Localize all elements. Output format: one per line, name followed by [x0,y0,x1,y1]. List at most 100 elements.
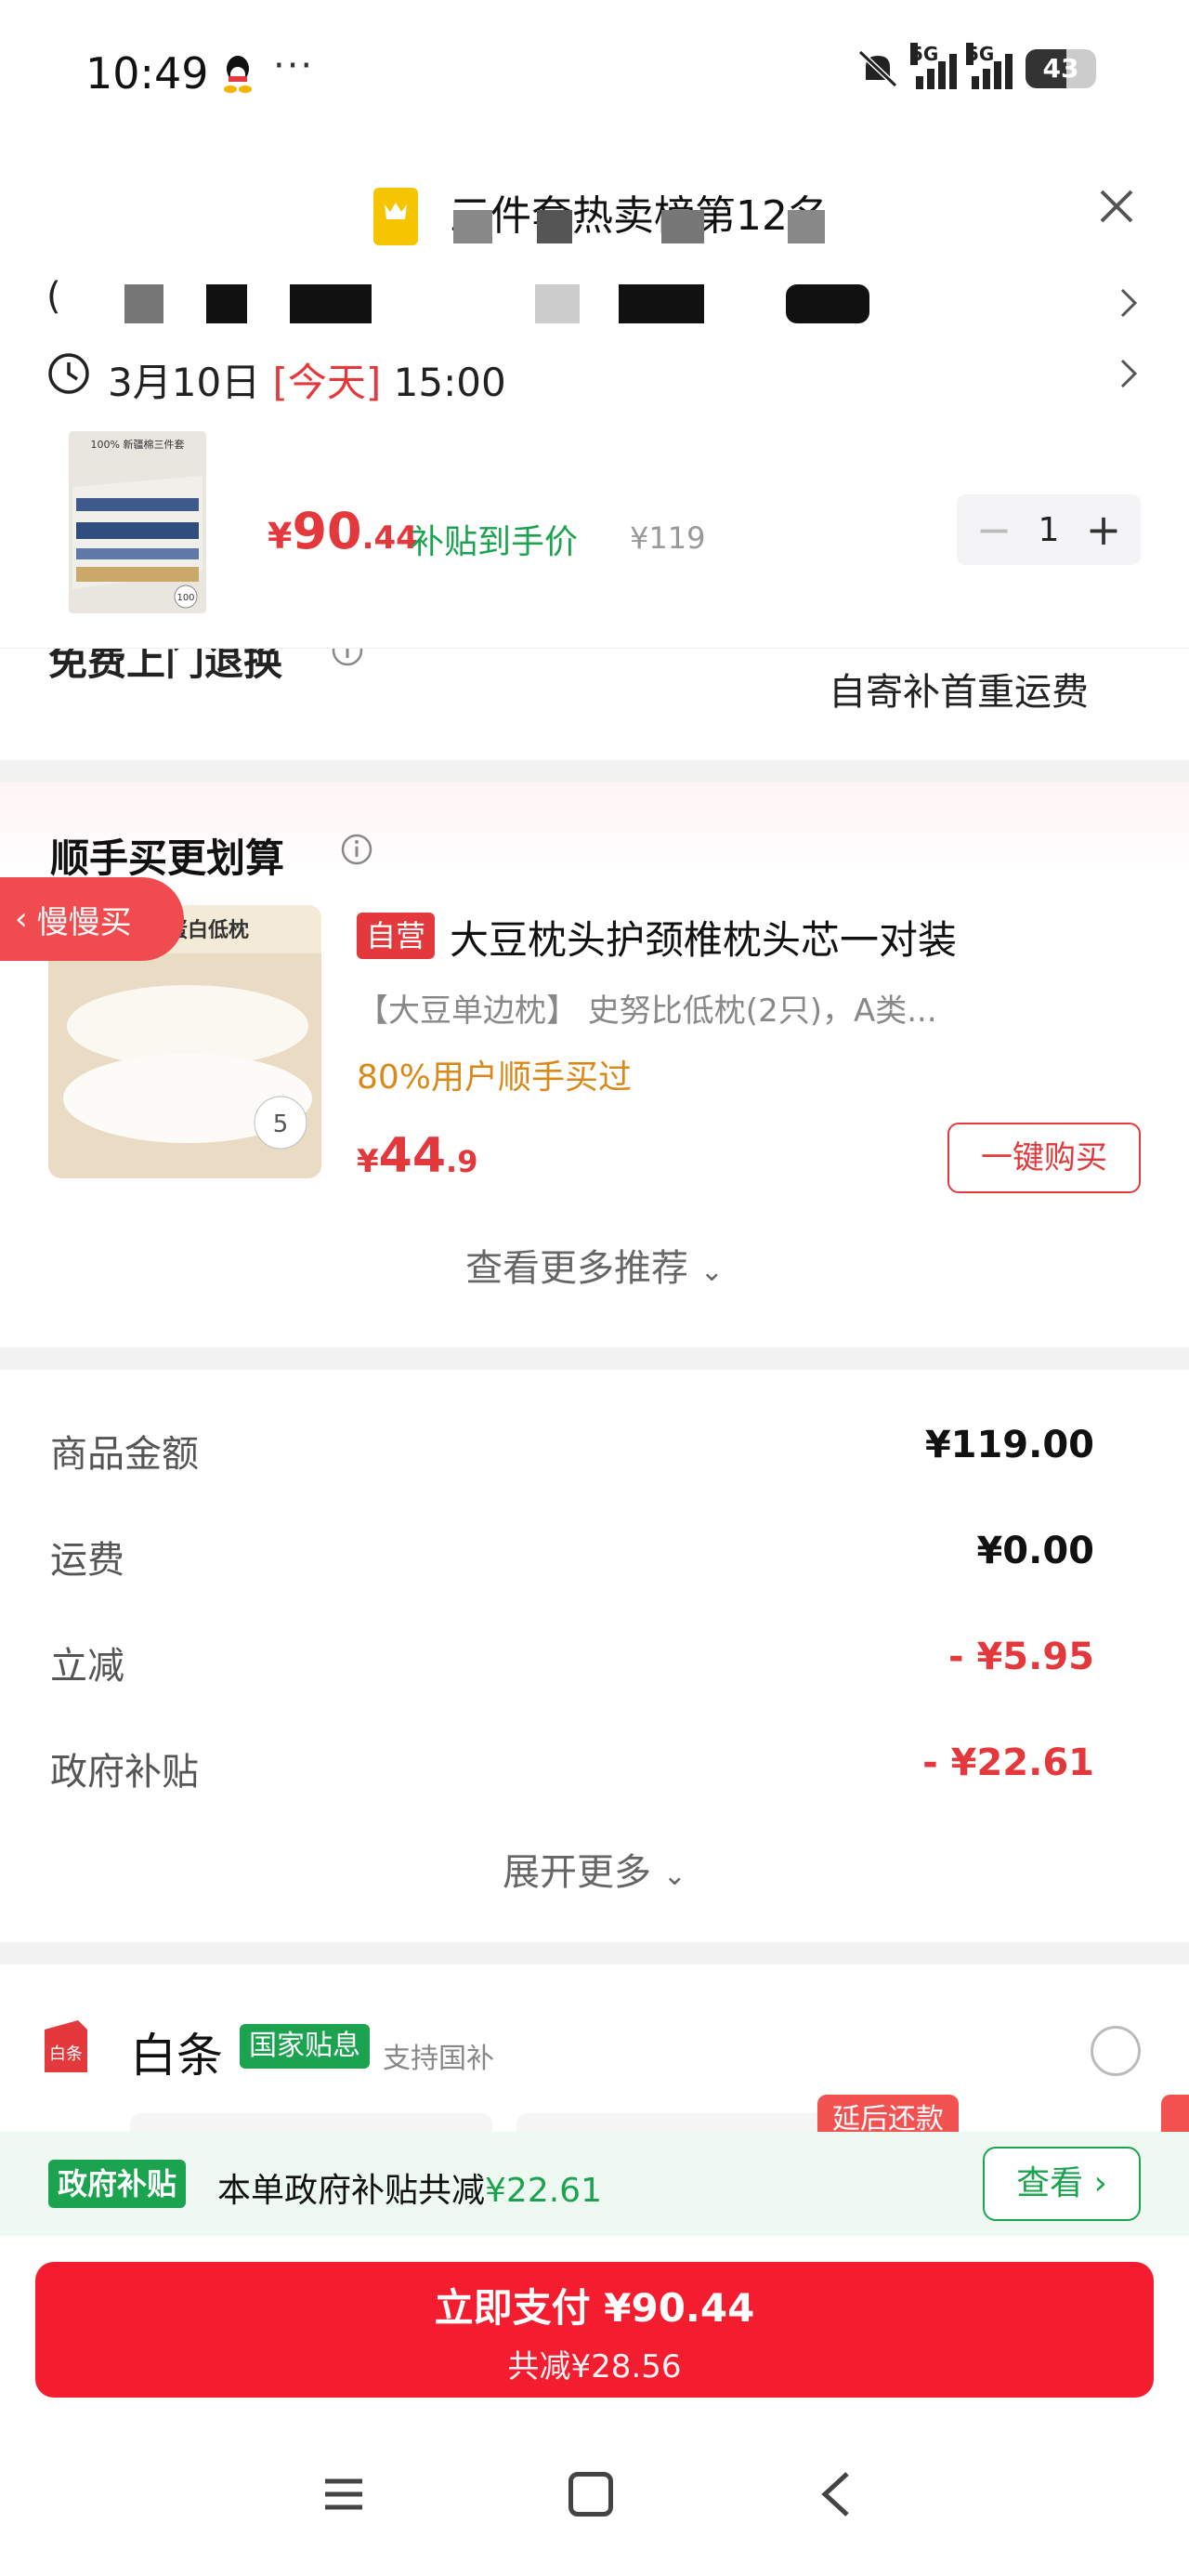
address-row[interactable]: ( [46,275,1143,327]
summary-value: ¥119.00 [924,1424,1094,1466]
total-discount-label: 共减¥28.56 [507,2348,682,2385]
summary-label: 商品金额 [50,1433,199,1476]
info-icon[interactable] [331,649,364,667]
svg-text:5: 5 [273,1111,289,1138]
payment-method-row[interactable]: 白条 白条 国家贴息 支持国补 延后还款 [0,1965,1189,2132]
delivery-hour: 15:00 [393,360,506,405]
summary-label: 政府补贴 [50,1751,199,1794]
signal-icon-2: 5G [966,43,1013,89]
recommend-bought-stat: 80%用户顺手买过 [357,1058,633,1097]
rec-price-symbol: ¥ [357,1143,379,1180]
pay-now-button[interactable]: 立即支付 ¥90.44 共减¥28.56 [35,2262,1154,2398]
summary-row: 商品金额 ¥119.00 [50,1424,1094,1479]
price-symbol: ¥ [268,516,293,557]
close-icon[interactable] [1094,184,1139,229]
slow-buy-button[interactable]: ‹ 慢慢买 [0,877,184,961]
recommend-product-desc: 【大豆单边枕】 史努比低枕(2只)，A类... [357,992,937,1030]
gov-interest-badge: 国家贴息 [240,2024,370,2069]
pay-now-label: 立即支付 ¥90.44 [434,2285,755,2331]
return-service-row[interactable]: 免费上门退换 自寄补首重运费 [0,649,1189,760]
quantity-stepper: − 1 + [957,494,1141,565]
gov-subsidy-label: 本单政府补贴共减 [217,2172,486,2210]
info-icon[interactable] [340,833,373,866]
view-subsidy-button[interactable]: 查看 › [983,2147,1141,2221]
clock-icon [48,353,89,394]
mute-icon [857,49,898,88]
more-recommend-link[interactable]: 查看更多推荐 ⌄ [0,1238,1189,1292]
address-text: ( [46,275,61,318]
recommend-title: 顺手买更划算 [50,835,285,881]
rec-price-integer: 44 [378,1128,447,1184]
baitiao-icon: 白条 [45,2020,87,2072]
summary-value: - ¥5.95 [947,1636,1094,1678]
more-recommend-label: 查看更多推荐 [465,1247,689,1290]
price-integer: 90 [292,502,362,560]
home-icon[interactable] [568,2472,613,2517]
gov-subsidy-bar: 政府补贴 本单政府补贴共减¥22.61 查看 › [0,2132,1189,2236]
battery-level: 43 [1042,53,1079,84]
rank-crown-icon [373,188,418,245]
subsidy-price-label: 补贴到手价 [411,523,579,561]
increase-button[interactable]: + [1085,505,1122,555]
payment-name: 白条 [130,2029,223,2083]
price-decimal: .44 [361,519,418,557]
return-service-value: 自寄补首重运费 [829,671,1089,714]
rec-price-decimal: .9 [446,1144,478,1179]
one-click-buy-button[interactable]: 一键购买 [947,1123,1141,1193]
delivery-date: 3月10日 [108,360,261,405]
quantity-value[interactable]: 1 [1039,511,1060,549]
chevron-down-icon: ⌄ [699,1255,724,1288]
network-type-2: 5G [966,43,995,65]
gov-subsidy-badge: 政府补贴 [48,2160,187,2208]
chevron-right-icon [1120,359,1138,388]
status-bar: 10:49 ··· 5G 5G 43 [0,0,1189,139]
self-operated-badge: 自营 [357,913,436,959]
support-subsidy-text: 支持国补 [383,2043,494,2075]
chevron-left-icon: ‹ [15,900,28,938]
gov-subsidy-text: 本单政府补贴共减¥22.61 [217,2163,602,2212]
expand-more-link[interactable]: 展开更多 ⌄ [0,1842,1189,1896]
decrease-button[interactable]: − [975,505,1013,555]
svg-text:100: 100 [176,593,194,603]
delivery-time-text: 3月10日 [今天] 15:00 [108,351,506,408]
expand-more-label: 展开更多 [503,1851,652,1894]
price-summary: 商品金额 ¥119.00 运费 ¥0.00 立减 - ¥5.95 政府补贴 - … [0,1370,1189,1942]
status-right: 5G 5G 43 [855,43,1096,89]
system-nav-bar [0,2442,1189,2576]
status-time: 10:49 [85,48,209,99]
signal-icon-1: 5G [910,43,957,89]
qq-icon [224,56,252,93]
return-service-label: 免费上门退换 [48,649,283,684]
chevron-down-icon: ⌄ [662,1860,686,1892]
recommend-price: ¥44.9 [357,1128,477,1184]
status-more-icon: ··· [273,45,315,87]
summary-row: 运费 ¥0.00 [50,1530,1094,1585]
summary-label: 立减 [50,1645,124,1688]
delivery-time-row[interactable]: 3月10日 [今天] 15:00 [46,351,1143,405]
badge-peek [1161,2095,1189,2132]
product-thumbnail[interactable]: 100% 新疆棉三件套 100 [69,431,206,613]
menu-icon[interactable] [323,2476,364,2513]
defer-repay-badge: 延后还款 [817,2095,959,2132]
summary-row: 立减 - ¥5.95 [50,1636,1094,1691]
summary-row: 政府补贴 - ¥22.61 [50,1741,1094,1797]
gov-subsidy-amount: ¥22.61 [485,2172,602,2210]
baitiao-icon-text: 白条 [49,2044,83,2064]
recommend-section: 顺手买更划算 ‹ 慢慢买 大豆蛋白低枕 5 自营 大豆枕头护颈椎枕头芯一对装 【… [0,782,1189,1347]
rank-title[interactable]: 三件套热卖榜第12名 [450,182,829,242]
summary-label: 运费 [50,1539,124,1582]
summary-value: - ¥22.61 [922,1741,1094,1784]
thumbnail-caption: 100% 新疆棉三件套 [91,438,185,451]
delivery-today: [今天] [272,360,382,405]
network-type-1: 5G [910,43,939,65]
back-icon[interactable] [817,2470,855,2518]
payment-radio[interactable] [1091,2026,1141,2076]
battery-icon: 43 [1026,49,1096,88]
slow-buy-label: 慢慢买 [36,903,132,941]
summary-value: ¥0.00 [976,1530,1094,1572]
product-price: ¥90.44 [268,502,418,560]
original-price: ¥119 [630,520,706,556]
recommend-product-name[interactable]: 大豆枕头护颈椎枕头芯一对装 [450,909,957,966]
chevron-right-icon [1120,288,1138,318]
installment-chip[interactable] [130,2113,492,2132]
